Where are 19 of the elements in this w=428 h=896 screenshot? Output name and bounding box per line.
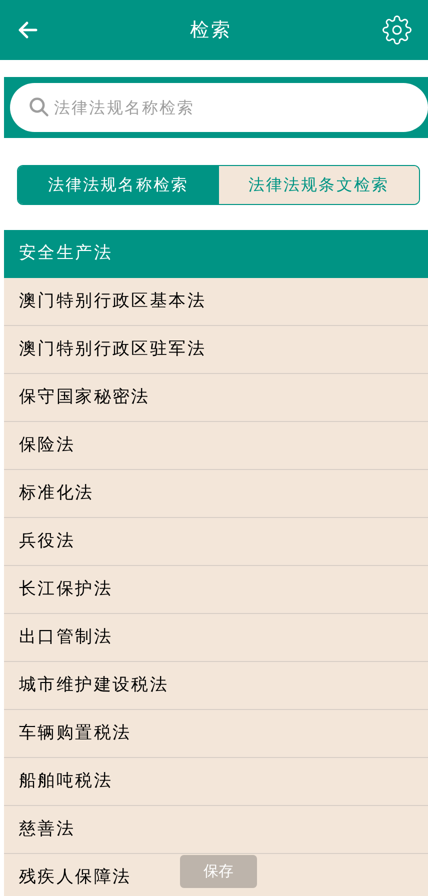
law-list-item[interactable]: 安全生产法 [4,230,428,278]
law-list-item[interactable]: 澳门特别行政区驻军法 [4,326,428,374]
law-list-item[interactable]: 城市维护建设税法 [4,662,428,710]
settings-icon[interactable] [382,15,412,45]
tab[interactable]: 法律法规名称检索 [18,166,218,204]
law-list-item[interactable]: 车辆购置税法 [4,710,428,758]
law-list-item[interactable]: 慈善法 [4,806,428,854]
law-list-item[interactable]: 出口管制法 [4,614,428,662]
law-list-item[interactable]: 保险法 [4,422,428,470]
law-list-item[interactable]: 兵役法 [4,518,428,566]
search-icon [28,96,50,118]
law-list-item[interactable]: 标准化法 [4,470,428,518]
law-list-item[interactable]: 保守国家秘密法 [4,374,428,422]
toast: 保存 [180,855,257,888]
page-title: 检索 [190,18,232,43]
law-list-item[interactable]: 长江保护法 [4,566,428,614]
law-list-item[interactable]: 船舶吨税法 [4,758,428,806]
search-field[interactable]: 法律法规名称检索 [10,83,428,132]
law-list-item[interactable]: 澳门特别行政区基本法 [4,278,428,326]
